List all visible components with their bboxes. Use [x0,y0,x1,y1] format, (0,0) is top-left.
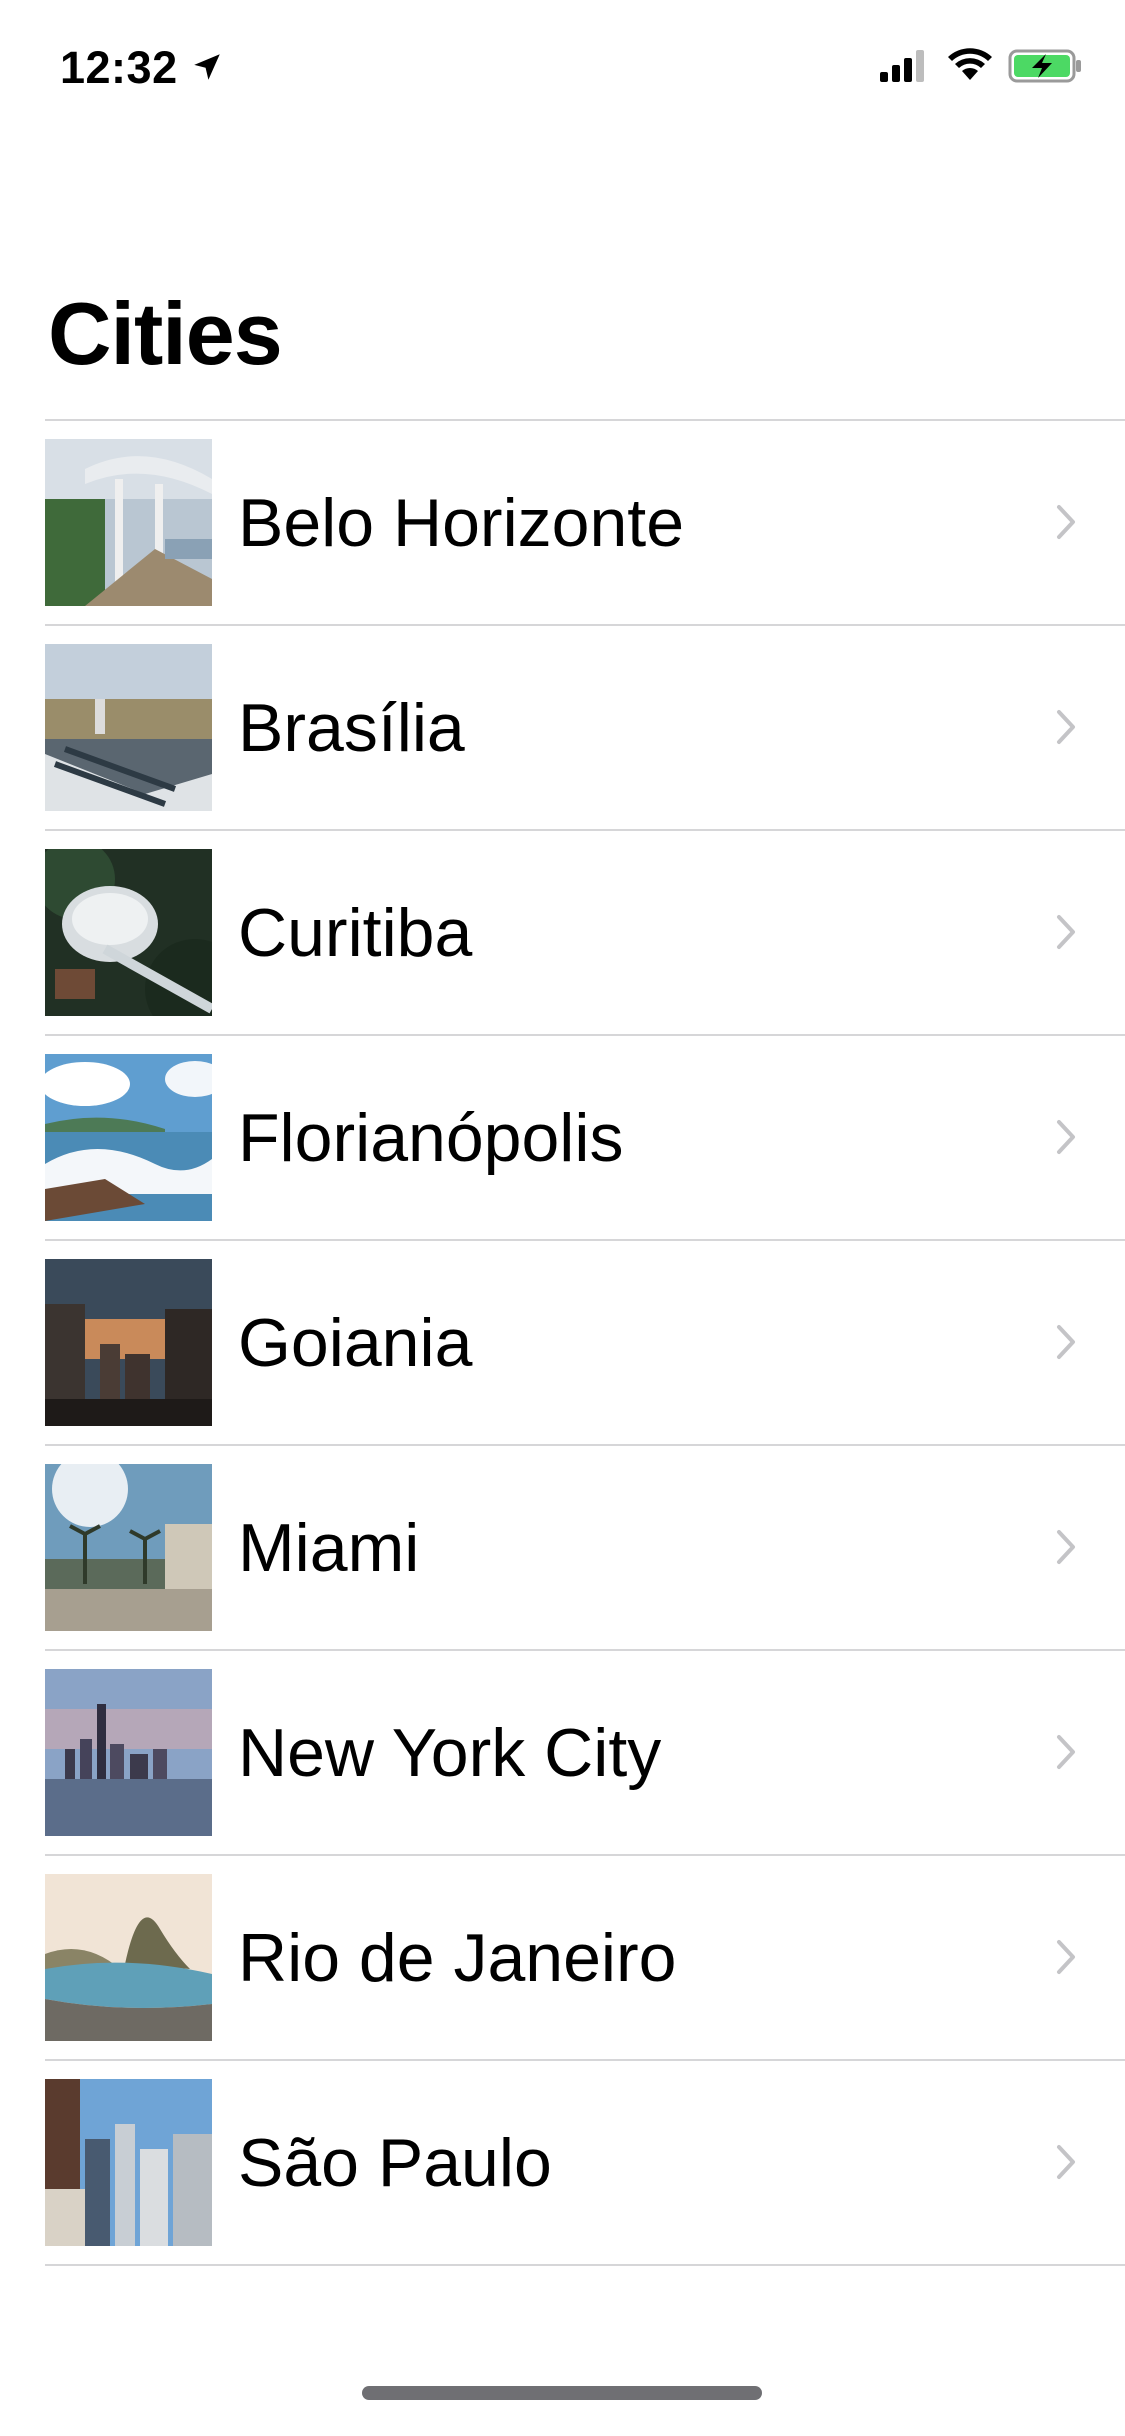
battery-charging-icon [1008,49,1081,83]
belo-horizonte-image [45,439,212,606]
chevron-right-icon [1057,710,1075,744]
miami-thumbnail [45,1464,212,1631]
new-york-city-thumbnail [45,1669,212,1836]
florianopolis-thumbnail [45,1054,212,1221]
wifi-icon [948,48,992,80]
city-name: New York City [238,1715,662,1791]
new-york-city-image [45,1669,212,1836]
chevron-right-icon [1057,505,1075,539]
city-name: São Paulo [238,2125,552,2201]
brasilia-thumbnail [45,644,212,811]
status-time: 12:32 [60,42,178,93]
curitiba-image [45,849,212,1016]
chevron-right-icon [1057,915,1075,949]
brasilia-image [45,644,212,811]
city-name: Curitiba [238,895,473,971]
city-row-belo-horizonte[interactable]: Belo Horizonte [45,421,1125,626]
home-indicator[interactable] [362,2386,762,2400]
status-bar: 12:32 [0,0,1125,140]
miami-image [45,1464,212,1631]
city-name: Miami [238,1510,420,1586]
city-row-sao-paulo[interactable]: São Paulo [45,2061,1125,2266]
goiania-image [45,1259,212,1426]
page-title: Cities [48,284,283,383]
chevron-right-icon [1057,2145,1075,2179]
city-row-curitiba[interactable]: Curitiba [45,831,1125,1036]
goiania-thumbnail [45,1259,212,1426]
city-name: Florianópolis [238,1100,624,1176]
city-row-new-york-city[interactable]: New York City [45,1651,1125,1856]
florianopolis-image [45,1054,212,1221]
rio-de-janeiro-thumbnail [45,1874,212,2041]
city-name: Goiania [238,1305,473,1381]
city-row-rio-de-janeiro[interactable]: Rio de Janeiro [45,1856,1125,2061]
chevron-right-icon [1057,1735,1075,1769]
chevron-right-icon [1057,1940,1075,1974]
chevron-right-icon [1057,1325,1075,1359]
cellular-signal-icon [880,50,924,82]
sao-paulo-thumbnail [45,2079,212,2246]
chevron-right-icon [1057,1530,1075,1564]
city-row-goiania[interactable]: Goiania [45,1241,1125,1446]
city-row-miami[interactable]: Miami [45,1446,1125,1651]
location-arrow-icon [194,54,220,80]
curitiba-thumbnail [45,849,212,1016]
city-row-brasilia[interactable]: Brasília [45,626,1125,831]
rio-de-janeiro-image [45,1874,212,2041]
belo-horizonte-thumbnail [45,439,212,606]
sao-paulo-image [45,2079,212,2246]
city-name: Belo Horizonte [238,485,685,561]
chevron-right-icon [1057,1120,1075,1154]
cities-list: Belo Horizonte Brasília Curitiba Florian… [45,419,1125,2266]
city-name: Rio de Janeiro [238,1920,677,1996]
city-name: Brasília [238,690,465,766]
city-row-florianopolis[interactable]: Florianópolis [45,1036,1125,1241]
